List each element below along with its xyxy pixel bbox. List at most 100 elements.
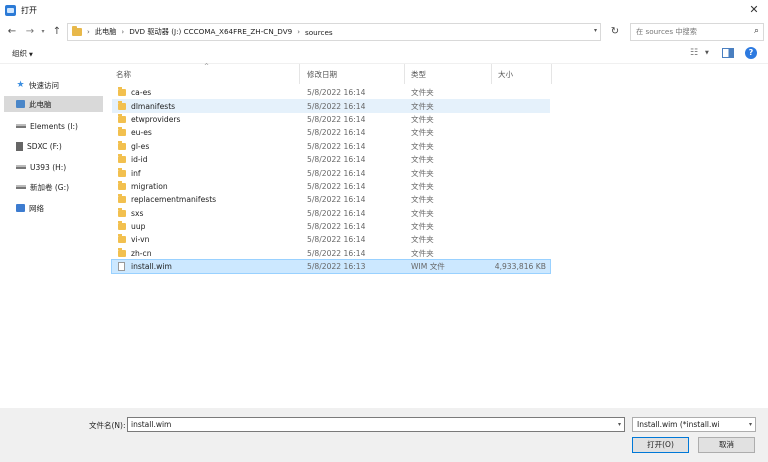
file-date: 5/8/2022 16:14 xyxy=(307,141,366,151)
file-name: inf xyxy=(131,168,141,178)
column-header-size[interactable]: 大小 xyxy=(498,69,513,80)
nav-item-network[interactable]: 网络 xyxy=(6,200,102,216)
cancel-button[interactable]: 取消 xyxy=(698,437,755,453)
chevron-down-icon: ▾ xyxy=(746,418,752,431)
nav-item-elements-drive[interactable]: Elements (I:) xyxy=(6,118,102,134)
organize-button[interactable]: 组织 ▼ xyxy=(12,48,33,59)
folder-icon xyxy=(72,26,82,36)
file-date: 5/8/2022 16:14 xyxy=(307,155,366,165)
folder-icon xyxy=(118,194,126,204)
help-icon[interactable]: ? xyxy=(745,47,757,59)
list-item[interactable]: inf 5/8/2022 16:14 文件夹 xyxy=(112,166,550,179)
folder-icon xyxy=(118,167,126,177)
view-chevron-down-icon[interactable]: ▼ xyxy=(705,50,709,56)
folder-icon xyxy=(118,180,126,190)
column-header-name[interactable]: 名称 xyxy=(116,69,131,80)
chevron-down-icon: ▼ xyxy=(29,52,33,58)
nav-item-sdxc-drive[interactable]: SDXC (F:) xyxy=(6,138,102,154)
column-divider[interactable] xyxy=(491,64,492,84)
forward-arrow-icon[interactable]: → xyxy=(23,24,37,40)
search-placeholder: 在 sources 中搜索 xyxy=(636,27,697,36)
file-date: 5/8/2022 16:14 xyxy=(307,168,366,178)
back-arrow-icon[interactable]: ← xyxy=(5,24,19,40)
file-name: eu-es xyxy=(131,128,152,138)
file-date: 5/8/2022 16:14 xyxy=(307,222,366,232)
nav-item-this-pc[interactable]: 此电脑 xyxy=(4,96,103,112)
up-arrow-icon[interactable]: ↑ xyxy=(50,24,64,40)
file-type: 文件夹 xyxy=(411,88,434,98)
list-item[interactable]: zh-cn 5/8/2022 16:14 文件夹 xyxy=(112,247,550,260)
network-icon xyxy=(16,204,25,212)
file-name: vi-vn xyxy=(131,235,150,245)
file-name: install.wim xyxy=(131,262,172,272)
search-icon[interactable]: ⌕ xyxy=(754,26,759,36)
file-name: etwproviders xyxy=(131,114,181,124)
breadcrumb-this-pc[interactable]: 此电脑 xyxy=(95,27,117,37)
wim-file-icon xyxy=(118,262,125,272)
file-list: ca-es 5/8/2022 16:14 文件夹 dlmanifests 5/8… xyxy=(111,86,552,275)
preview-pane-icon[interactable] xyxy=(722,48,734,58)
file-date: 5/8/2022 16:14 xyxy=(307,195,366,205)
column-divider[interactable] xyxy=(404,64,405,84)
list-item[interactable]: id-id 5/8/2022 16:14 文件夹 xyxy=(112,153,550,166)
nav-item-label: SDXC (F:) xyxy=(27,141,62,151)
folder-icon xyxy=(118,221,126,231)
list-item[interactable]: install.wim 5/8/2022 16:13 WIM 文件 4,933,… xyxy=(111,259,551,275)
file-type: 文件夹 xyxy=(411,222,434,232)
file-date: 5/8/2022 16:13 xyxy=(307,262,366,272)
file-name: ca-es xyxy=(131,88,152,98)
file-date: 5/8/2022 16:14 xyxy=(307,101,366,111)
file-type-select[interactable]: Install.wim (*install.wi ▾ xyxy=(632,417,756,432)
open-button[interactable]: 打开(O) xyxy=(632,437,689,453)
file-name: zh-cn xyxy=(131,248,152,258)
file-name: dlmanifests xyxy=(131,101,176,111)
list-item[interactable]: dlmanifests 5/8/2022 16:14 文件夹 xyxy=(112,99,550,113)
nav-item-u393-drive[interactable]: U393 (H:) xyxy=(6,159,102,175)
nav-item-quick-access[interactable]: ★ 快速访问 xyxy=(6,77,102,93)
recent-locations-chevron-icon[interactable]: ▾ xyxy=(38,24,48,40)
filename-input[interactable]: install.wim ▾ xyxy=(127,417,625,432)
navigation-row: ← → ▾ ↑ › 此电脑 › DVD 驱动器 (J:) CCCOMA_X64F… xyxy=(0,20,768,44)
nav-item-label: U393 (H:) xyxy=(30,162,67,172)
file-name: migration xyxy=(131,181,168,191)
file-type: 文件夹 xyxy=(411,114,434,124)
address-bar[interactable]: › 此电脑 › DVD 驱动器 (J:) CCCOMA_X64FRE_ZH-CN… xyxy=(67,23,601,41)
address-history-chevron-icon[interactable]: ▾ xyxy=(594,27,597,34)
chevron-down-icon[interactable]: ▾ xyxy=(618,418,621,431)
file-date: 5/8/2022 16:14 xyxy=(307,208,366,218)
file-type: 文件夹 xyxy=(411,208,434,218)
breadcrumb-dvd-drive[interactable]: DVD 驱动器 (J:) CCCOMA_X64FRE_ZH-CN_DV9 xyxy=(129,27,292,37)
list-item[interactable]: eu-es 5/8/2022 16:14 文件夹 xyxy=(112,126,550,139)
list-item[interactable]: gl-es 5/8/2022 16:14 文件夹 xyxy=(112,140,550,153)
list-item[interactable]: replacementmanifests 5/8/2022 16:14 文件夹 xyxy=(112,193,550,206)
file-type: 文件夹 xyxy=(411,235,434,245)
close-icon[interactable]: ✕ xyxy=(746,2,762,18)
breadcrumb-sources[interactable]: sources xyxy=(305,28,333,37)
filename-label: 文件名(N): xyxy=(89,421,126,430)
this-pc-icon xyxy=(16,100,25,108)
search-input[interactable]: 在 sources 中搜索 ⌕ xyxy=(630,23,764,41)
list-item[interactable]: migration 5/8/2022 16:14 文件夹 xyxy=(112,180,550,193)
sd-card-icon xyxy=(16,141,23,151)
list-item[interactable]: etwproviders 5/8/2022 16:14 文件夹 xyxy=(112,113,550,126)
file-name: replacementmanifests xyxy=(131,195,217,205)
window-title: 打开 xyxy=(21,5,37,15)
column-header-date[interactable]: 修改日期 xyxy=(307,69,337,80)
file-name: id-id xyxy=(131,155,148,165)
drive-icon xyxy=(16,124,26,128)
column-divider[interactable] xyxy=(551,64,552,84)
list-item[interactable]: vi-vn 5/8/2022 16:14 文件夹 xyxy=(112,233,550,246)
file-date: 5/8/2022 16:14 xyxy=(307,248,366,258)
column-divider[interactable] xyxy=(299,64,300,84)
column-header-type[interactable]: 类型 xyxy=(411,69,426,80)
file-type: WIM 文件 xyxy=(411,262,445,272)
refresh-icon[interactable]: ↻ xyxy=(606,23,624,41)
folder-icon xyxy=(118,247,126,257)
file-name: uup xyxy=(131,222,146,232)
view-options-icon[interactable]: ☷ xyxy=(690,48,698,58)
nav-item-new-volume[interactable]: 新加卷 (G:) xyxy=(6,179,102,195)
list-item[interactable]: ca-es 5/8/2022 16:14 文件夹 xyxy=(112,86,550,99)
list-item[interactable]: sxs 5/8/2022 16:14 文件夹 xyxy=(112,207,550,220)
breadcrumb-separator-icon: › xyxy=(87,28,90,36)
list-item[interactable]: uup 5/8/2022 16:14 文件夹 xyxy=(112,220,550,233)
